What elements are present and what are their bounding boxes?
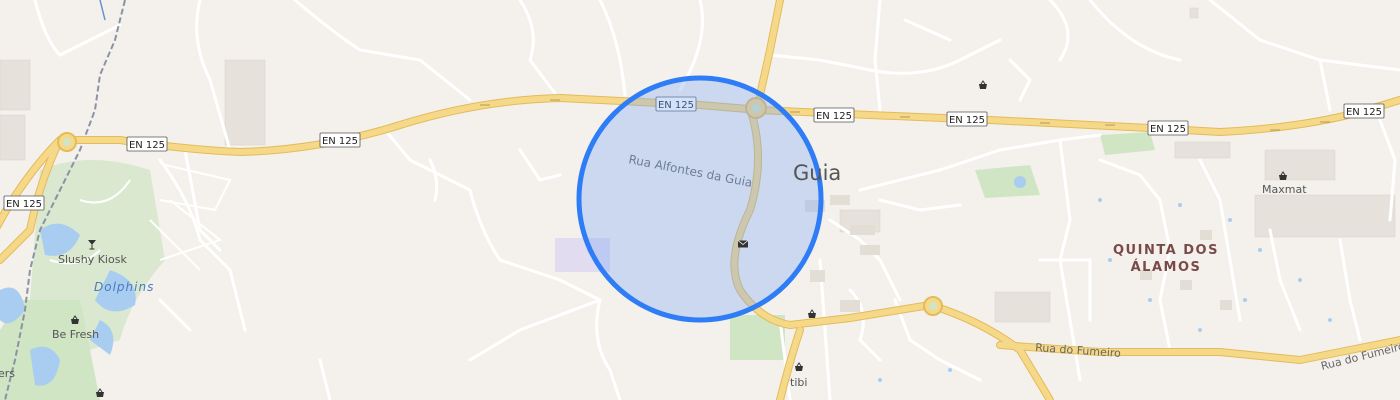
water-label-dolphins: Dolphins: [94, 280, 154, 294]
road-shield-label: EN 125: [949, 115, 985, 126]
selection-radius-circle[interactable]: [576, 75, 824, 323]
map-view[interactable]: EN 125 EN 125 EN 125 EN 125 EN 125 EN 12…: [0, 0, 1400, 400]
road-shield-label: EN 125: [322, 136, 358, 147]
poi-label-slushy-kiosk: Slushy Kiosk: [58, 253, 127, 266]
district-label-line1: QUINTA DOS: [1113, 243, 1219, 258]
poi-label-be-fresh: Be Fresh: [52, 328, 99, 341]
road-shield-label: EN 125: [6, 199, 42, 210]
road-shield-label: EN 125: [1150, 124, 1186, 135]
map-canvas[interactable]: EN 125 EN 125 EN 125 EN 125 EN 125 EN 12…: [0, 0, 1400, 400]
mail-icon[interactable]: [737, 240, 749, 248]
road-shield-label: EN 125: [816, 111, 852, 122]
poi-label-edge: ers: [0, 367, 15, 380]
road-shield-label: EN 125: [1346, 107, 1382, 118]
poi-label-maxmat: Maxmat: [1262, 183, 1307, 196]
poi-label-tibi: tibi: [790, 376, 807, 389]
road-shield-label: EN 125: [129, 140, 165, 151]
town-label-guia: Guia: [793, 161, 841, 185]
district-label-line2: ÁLAMOS: [1131, 259, 1202, 275]
